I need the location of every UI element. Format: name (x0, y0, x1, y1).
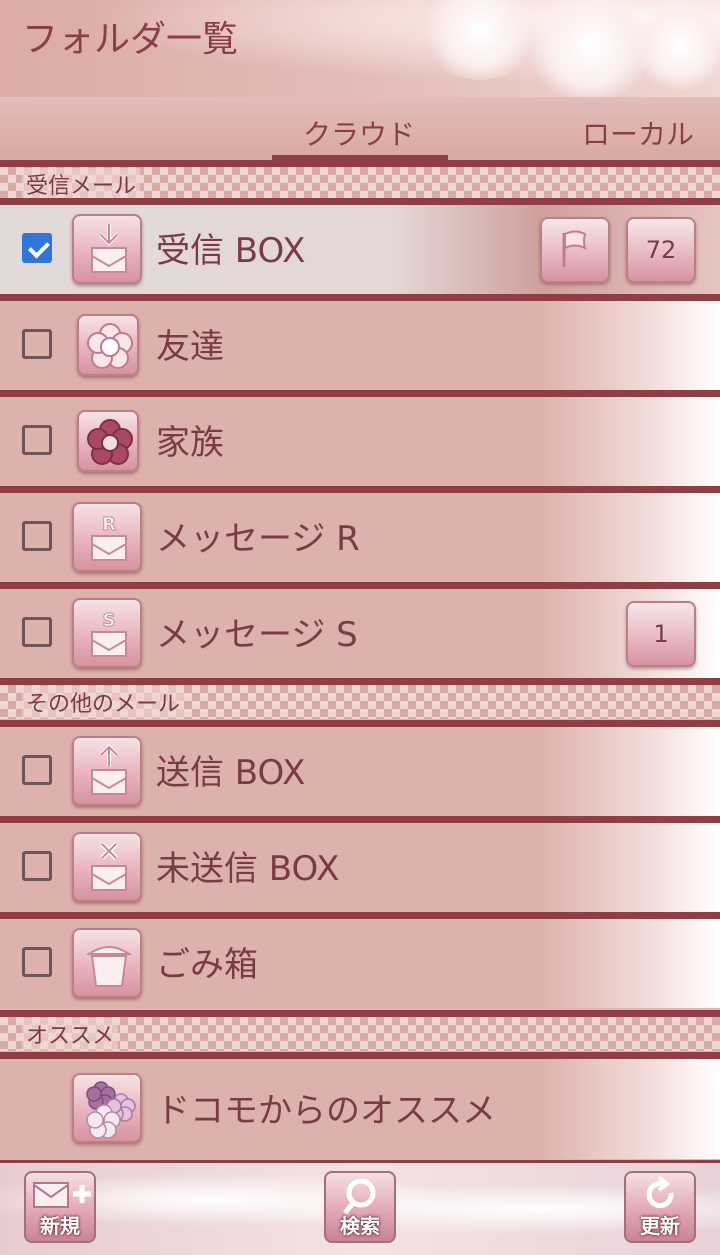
message-r-icon: R (72, 502, 142, 572)
trash-icon (72, 928, 142, 998)
unread-count-badge: 72 (626, 217, 696, 283)
folder-row-family[interactable]: 家族 (0, 390, 720, 486)
folder-checkbox[interactable] (22, 233, 52, 263)
folder-checkbox[interactable] (22, 947, 52, 977)
unread-count-badge: 1 (626, 601, 696, 667)
unsent-icon (72, 832, 142, 902)
inbox-icon (72, 214, 142, 284)
folder-row-message-r[interactable]: R メッセージ R (0, 486, 720, 582)
folder-checkbox[interactable] (22, 521, 52, 551)
folder-checkbox[interactable] (22, 617, 52, 647)
outbox-icon (72, 736, 142, 806)
tab-local[interactable]: ローカル (582, 113, 694, 153)
section-label: 受信メール (22, 168, 141, 200)
search-label: 検索 (340, 1214, 380, 1238)
flower-light-icon (77, 314, 139, 376)
flag-button[interactable] (540, 217, 610, 283)
folder-row-inbox[interactable]: 受信 BOX 72 (0, 198, 720, 294)
folder-label: 受信 BOX (156, 231, 306, 271)
folder-label: メッセージ S (156, 615, 358, 655)
search-button[interactable]: 検索 (324, 1171, 396, 1243)
new-mail-label: 新規 (40, 1214, 80, 1238)
refresh-button[interactable]: 更新 (624, 1171, 696, 1243)
folder-checkbox[interactable] (22, 851, 52, 881)
svg-text:R: R (102, 514, 116, 535)
section-header-inbox: 受信メール (0, 160, 720, 201)
folder-row-outbox[interactable]: 送信 BOX (0, 720, 720, 816)
folder-label: 未送信 BOX (156, 849, 340, 889)
svg-text:S: S (103, 610, 116, 631)
folder-row-docomo-recommend[interactable]: ドコモからのオススメ (0, 1052, 720, 1159)
folder-checkbox[interactable] (22, 755, 52, 785)
page-title: フォルダ一覧 (22, 19, 239, 60)
message-s-icon: S (72, 598, 142, 668)
refresh-label: 更新 (640, 1214, 680, 1238)
tab-bar: クラウド ローカル (0, 97, 720, 163)
new-mail-button[interactable]: 新規 (24, 1171, 96, 1243)
folder-label: 送信 BOX (156, 753, 306, 793)
blossom-decoration (630, 0, 720, 90)
section-label: オススメ (22, 1018, 119, 1050)
folder-label: メッセージ R (156, 519, 360, 559)
flag-icon (562, 230, 587, 267)
tab-cloud[interactable]: クラウド (303, 113, 415, 153)
folder-label: ごみ箱 (156, 945, 258, 985)
folder-row-trash[interactable]: ごみ箱 (0, 912, 720, 1008)
folder-label: ドコモからのオススメ (156, 1091, 496, 1131)
folder-row-friends[interactable]: 友達 (0, 294, 720, 390)
folder-checkbox[interactable] (22, 329, 52, 359)
folder-label: 友達 (156, 327, 224, 367)
section-header-recommend: オススメ (0, 1010, 720, 1051)
folder-label: 家族 (156, 423, 224, 463)
folder-checkbox[interactable] (22, 425, 52, 455)
section-label: その他のメール (22, 686, 185, 718)
bottom-toolbar: 新規 検索 更新 (0, 1160, 720, 1255)
folder-row-unsent[interactable]: 未送信 BOX (0, 816, 720, 912)
header: フォルダ一覧 (0, 0, 720, 100)
section-header-other: その他のメール (0, 678, 720, 719)
folder-row-message-s[interactable]: S メッセージ S 1 (0, 582, 720, 678)
flowers-icon (72, 1073, 142, 1143)
flower-dark-icon (77, 410, 139, 472)
